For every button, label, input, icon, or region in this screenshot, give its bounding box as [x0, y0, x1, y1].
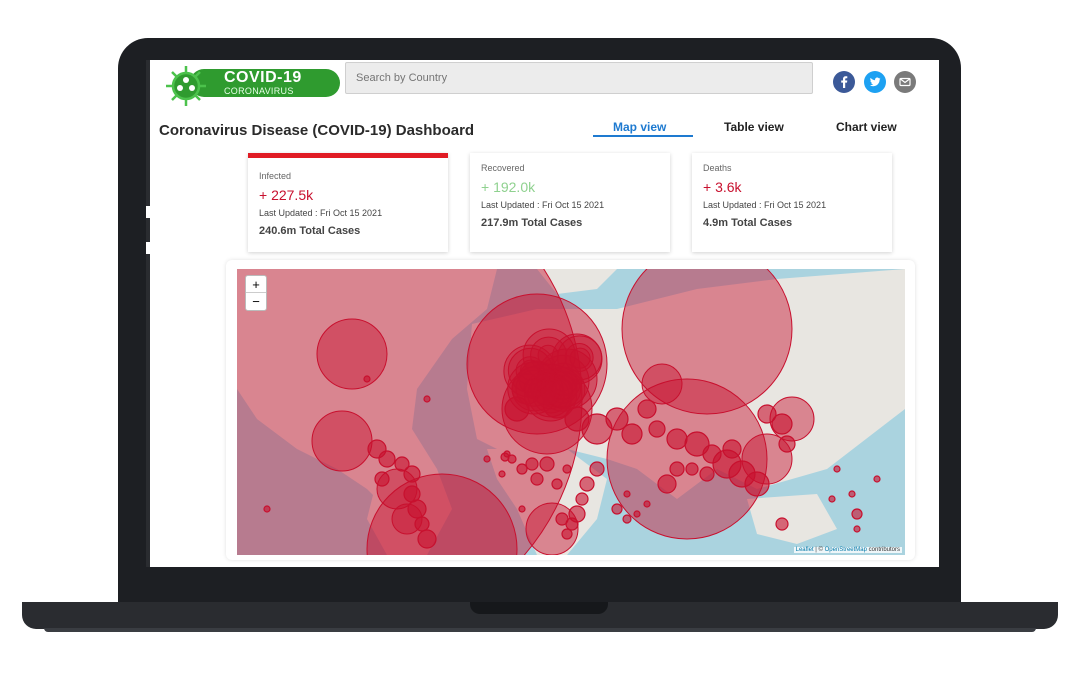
search-input[interactable]	[345, 62, 813, 94]
card-updated: Last Updated : Fri Oct 15 2021	[703, 200, 827, 210]
case-bubble	[744, 471, 770, 497]
tab-table-view[interactable]: Table view	[724, 120, 784, 134]
case-bubble	[483, 455, 491, 463]
tab-map-view[interactable]: Map view	[613, 120, 666, 134]
case-bubble	[722, 439, 742, 459]
infected-card: Infected + 227.5k Last Updated : Fri Oct…	[248, 153, 448, 252]
mail-icon[interactable]	[894, 71, 916, 93]
case-bubble	[378, 450, 396, 468]
case-bubble	[853, 525, 861, 533]
case-bubble	[551, 478, 563, 490]
zoom-out-button[interactable]: −	[246, 293, 266, 310]
card-delta: + 227.5k	[259, 187, 314, 203]
case-bubble	[589, 461, 605, 477]
case-bubble	[778, 435, 796, 453]
sidebar-edge	[146, 60, 150, 567]
deaths-card: Deaths + 3.6k Last Updated : Fri Oct 15 …	[692, 153, 892, 252]
case-bubble	[643, 500, 651, 508]
case-bubble	[518, 505, 526, 513]
facebook-icon[interactable]	[833, 71, 855, 93]
case-bubble	[374, 471, 390, 487]
active-tab-indicator	[593, 135, 693, 137]
case-bubble	[848, 490, 856, 498]
case-bubble	[562, 464, 572, 474]
case-bubble	[641, 363, 683, 405]
case-bubble	[637, 399, 657, 419]
laptop-base-shadow	[44, 628, 1036, 632]
case-bubble	[569, 347, 591, 369]
case-bubble	[633, 510, 641, 518]
osm-link[interactable]: OpenStreetMap	[825, 547, 867, 553]
map-canvas[interactable]	[237, 269, 905, 555]
leaflet-link[interactable]: Leaflet	[796, 547, 814, 553]
case-bubble	[621, 423, 643, 445]
page-title: Coronavirus Disease (COVID-19) Dashboard	[159, 122, 475, 139]
case-bubble	[699, 466, 715, 482]
case-bubble	[555, 512, 569, 526]
case-bubble	[316, 318, 388, 390]
case-bubble	[516, 463, 528, 475]
case-bubble	[407, 499, 427, 519]
sidebar-marker	[146, 206, 150, 218]
case-bubble	[579, 476, 595, 492]
world-map[interactable]: + − Leaflet | © OpenStreetMap contributo…	[237, 269, 905, 555]
case-bubble	[363, 375, 371, 383]
virus-icon	[166, 66, 206, 106]
covid-logo[interactable]: COVID-19 CORONAVIRUS	[162, 64, 340, 106]
case-bubble	[311, 410, 373, 472]
case-bubble	[666, 428, 688, 450]
map-attribution: Leaflet | © OpenStreetMap contributors	[793, 547, 902, 553]
card-total: 4.9m Total Cases	[703, 217, 793, 229]
recovered-card: Recovered + 192.0k Last Updated : Fri Oc…	[470, 153, 670, 252]
zoom-in-button[interactable]: +	[246, 276, 266, 293]
laptop-notch	[470, 602, 608, 614]
sidebar-marker	[146, 242, 150, 254]
case-bubble	[539, 456, 555, 472]
logo-title: COVID-19	[224, 69, 302, 86]
case-bubble	[611, 503, 623, 515]
case-bubble	[873, 475, 881, 483]
card-total: 217.9m Total Cases	[481, 217, 583, 229]
card-total: 240.6m Total Cases	[259, 225, 361, 237]
case-bubble	[417, 529, 437, 549]
case-bubble	[263, 505, 271, 513]
card-label: Infected	[259, 171, 292, 181]
card-label: Recovered	[481, 163, 525, 173]
case-bubble	[498, 470, 506, 478]
logo-subtitle: CORONAVIRUS	[224, 86, 294, 96]
case-bubble	[771, 413, 793, 435]
case-bubble	[833, 465, 841, 473]
case-bubble	[575, 492, 589, 506]
case-bubble	[851, 508, 863, 520]
card-delta: + 192.0k	[481, 179, 536, 195]
case-bubble	[622, 514, 632, 524]
case-bubble	[503, 450, 511, 458]
tab-chart-view[interactable]: Chart view	[836, 120, 897, 134]
card-label: Deaths	[703, 163, 732, 173]
case-bubble	[525, 457, 539, 471]
case-bubble	[685, 462, 699, 476]
case-bubble	[561, 528, 573, 540]
case-bubble	[669, 461, 685, 477]
map-panel: + − Leaflet | © OpenStreetMap contributo…	[226, 260, 915, 560]
card-delta: + 3.6k	[703, 179, 742, 195]
case-bubble	[657, 474, 677, 494]
case-bubble	[530, 472, 544, 486]
case-bubble	[775, 517, 789, 531]
case-bubble	[623, 490, 631, 498]
card-updated: Last Updated : Fri Oct 15 2021	[259, 208, 383, 218]
case-bubble	[648, 420, 666, 438]
case-bubble	[520, 359, 542, 381]
case-bubble	[828, 495, 836, 503]
zoom-control: + −	[245, 275, 267, 311]
laptop-screen: COVID-19 CORONAVIRUS Coronavirus Disease…	[146, 60, 939, 567]
case-bubble	[423, 395, 431, 403]
twitter-icon[interactable]	[864, 71, 886, 93]
case-bubble	[414, 516, 430, 532]
case-bubble	[403, 465, 421, 483]
card-updated: Last Updated : Fri Oct 15 2021	[481, 200, 605, 210]
